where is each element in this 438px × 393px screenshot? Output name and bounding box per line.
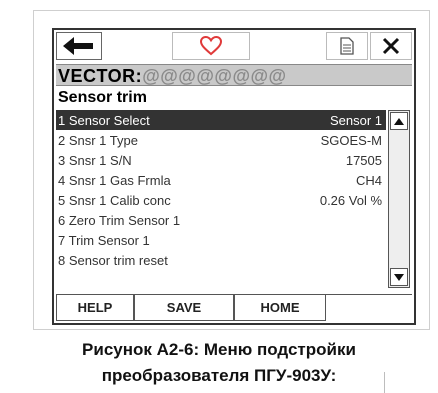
- menu-item[interactable]: 8 Sensor trim reset: [56, 250, 386, 270]
- menu-item[interactable]: 4 Snsr 1 Gas Frmla CH4: [56, 170, 386, 190]
- arrow-left-icon: [63, 37, 93, 55]
- menu-title: Sensor trim: [58, 89, 147, 106]
- menu-item-label: 3 Snsr 1 S/N: [58, 153, 132, 168]
- triangle-up-icon: [394, 117, 404, 125]
- menu-item[interactable]: 2 Snsr 1 Type SGOES-M: [56, 130, 386, 150]
- menu-list: 1 Sensor Select Sensor 1 2 Snsr 1 Type SGOE…: [56, 110, 386, 290]
- menu-item-label: 1 Sensor Select: [58, 113, 150, 128]
- document-icon: [340, 37, 354, 55]
- scroll-up-button[interactable]: [390, 112, 408, 130]
- menu-item[interactable]: 5 Snsr 1 Calib conc 0.26 Vol %: [56, 190, 386, 210]
- menu-item-label: 2 Snsr 1 Type: [58, 133, 138, 148]
- menu-item-value: CH4: [355, 173, 382, 188]
- menu-item-label: 7 Trim Sensor 1: [58, 233, 150, 248]
- menu-item-label: 4 Snsr 1 Gas Frmla: [58, 173, 171, 188]
- save-button[interactable]: SAVE: [134, 295, 234, 321]
- home-button[interactable]: HOME: [234, 295, 326, 321]
- figure-caption-line-2: преобразователя ПГУ-903У:: [101, 366, 337, 385]
- menu-item-value: 17505: [345, 153, 382, 168]
- menu-item-value: 0.26 Vol %: [319, 193, 382, 208]
- menu-item[interactable]: 7 Trim Sensor 1: [56, 230, 386, 250]
- close-button[interactable]: [370, 32, 412, 60]
- menu-item-value: Sensor 1: [329, 113, 382, 128]
- menu-item[interactable]: 3 Snsr 1 S/N 17505: [56, 150, 386, 170]
- triangle-down-icon: [394, 273, 404, 281]
- scroll-down-button[interactable]: [390, 268, 408, 286]
- heart-icon: [200, 36, 222, 56]
- hart-communicator-screen: VECTOR:@@@@@@@@ Sensor trim 1 Sensor Sel…: [52, 28, 416, 325]
- page-divider: [384, 372, 385, 393]
- scroll-track[interactable]: [390, 132, 408, 266]
- document-button[interactable]: [326, 32, 368, 60]
- menu-item-label: 5 Snsr 1 Calib conc: [58, 193, 171, 208]
- device-type-label: VECTOR:: [58, 66, 143, 86]
- help-button[interactable]: HELP: [56, 295, 134, 321]
- figure-caption-line-1: Рисунок А2-6: Меню подстройки: [82, 340, 356, 359]
- favorite-button[interactable]: [172, 32, 250, 60]
- close-icon: [382, 37, 400, 55]
- device-tag-value: @@@@@@@@: [142, 66, 287, 86]
- device-tag-bar: VECTOR:@@@@@@@@: [56, 64, 412, 86]
- back-button[interactable]: [56, 32, 102, 60]
- menu-item[interactable]: 6 Zero Trim Sensor 1: [56, 210, 386, 230]
- bottom-toolbar: HELP SAVE HOME: [56, 294, 412, 321]
- menu-item-label: 8 Sensor trim reset: [58, 253, 168, 268]
- menu-item[interactable]: 1 Sensor Select Sensor 1: [56, 110, 386, 130]
- menu-item-label: 6 Zero Trim Sensor 1: [58, 213, 181, 228]
- menu-item-value: SGOES-M: [320, 133, 382, 148]
- scrollbar[interactable]: [388, 110, 410, 288]
- top-toolbar: [54, 30, 414, 64]
